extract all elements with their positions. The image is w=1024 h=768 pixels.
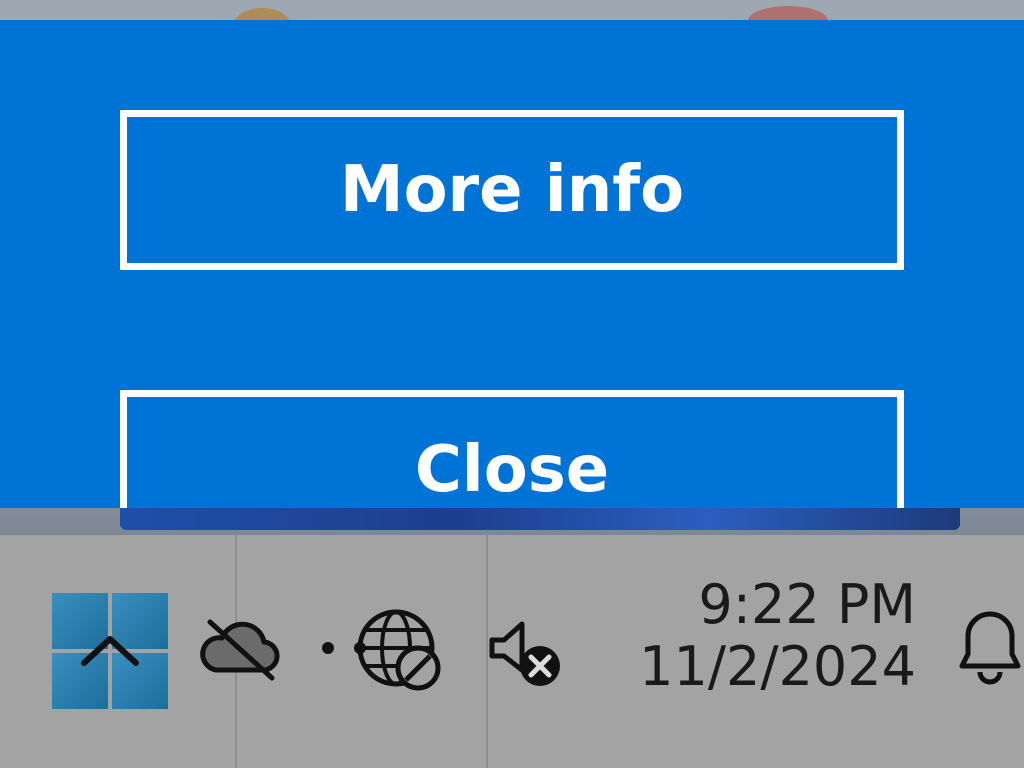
network-button[interactable] <box>318 606 444 692</box>
onedrive-button[interactable] <box>196 612 284 684</box>
clock-date: 11/2/2024 <box>639 635 916 698</box>
clock-time: 9:22 PM <box>698 573 916 636</box>
more-info-button[interactable]: More info <box>120 110 904 270</box>
notifications-button[interactable] <box>956 606 1024 690</box>
volume-button[interactable] <box>486 614 566 690</box>
notification-toast: More info Close <box>0 20 1024 508</box>
speaker-muted-icon <box>489 621 560 686</box>
close-button[interactable]: Close <box>120 390 904 508</box>
cloud-offline-icon <box>200 619 280 681</box>
show-hidden-icons-button[interactable] <box>52 593 168 709</box>
chevron-up-icon <box>81 636 139 666</box>
clock[interactable]: 9:22 PM 11/2/2024 <box>639 574 916 698</box>
bell-icon <box>959 611 1021 685</box>
globe-no-internet-icon <box>322 609 441 691</box>
